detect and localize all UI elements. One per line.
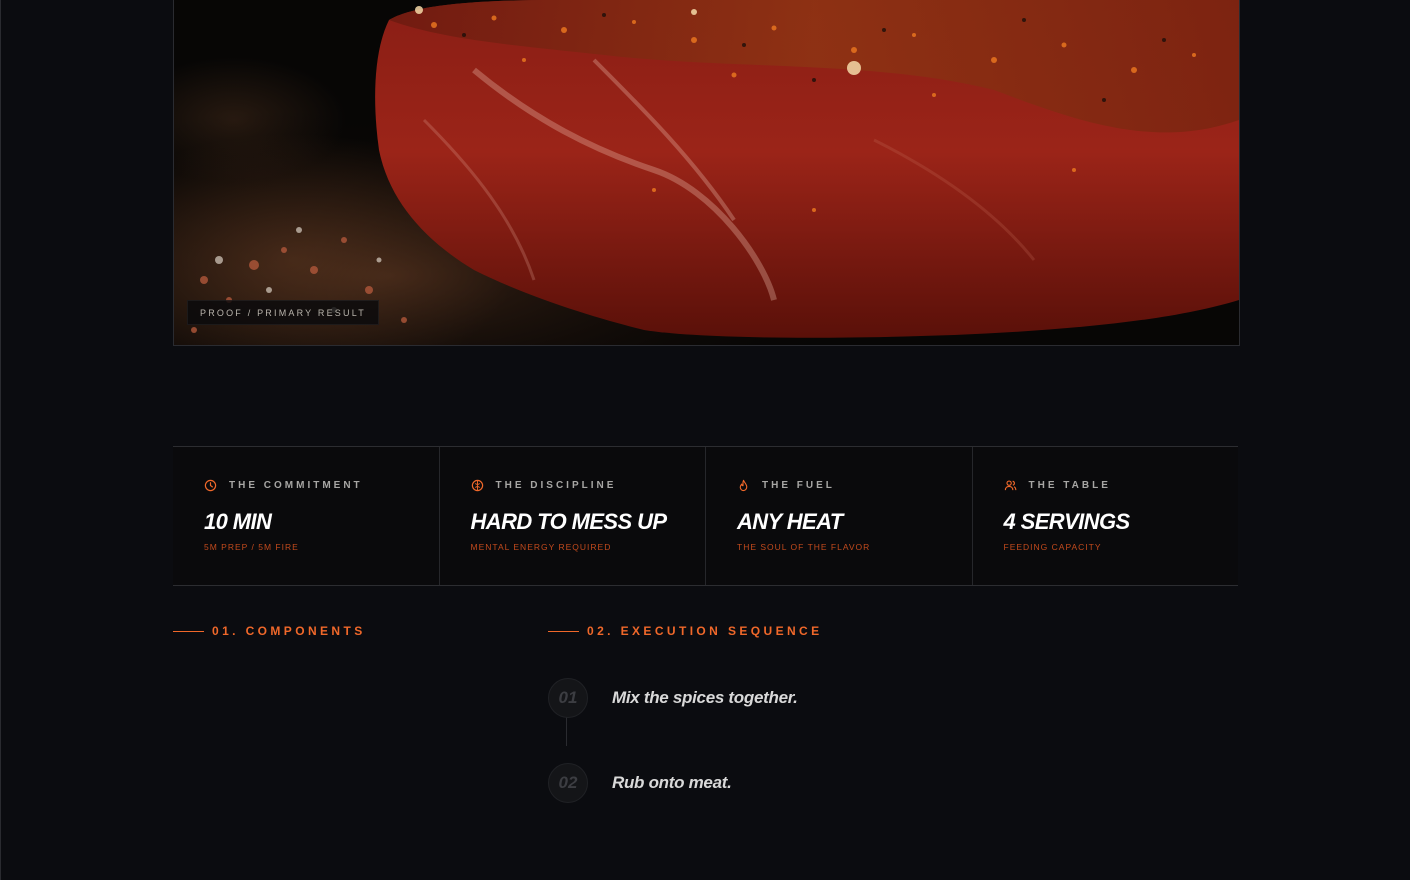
- users-icon: [1004, 480, 1016, 491]
- stat-sub: 5M PREP / 5M FIRE: [204, 542, 299, 552]
- hero-image: PROOF / PRIMARY RESULT: [173, 0, 1240, 346]
- components-heading-text: 01. COMPONENTS: [212, 624, 366, 638]
- stat-sub: FEEDING CAPACITY: [1003, 542, 1102, 552]
- page-left-border: [0, 0, 1, 880]
- step-text: Rub onto meat.: [612, 773, 732, 792]
- stat-table: THE TABLE 4 SERVINGS FEEDING CAPACITY: [973, 447, 1239, 585]
- stat-fuel: THE FUEL ANY HEAT THE SOUL OF THE FLAVOR: [706, 447, 973, 585]
- stat-sub: MENTAL ENERGY REQUIRED: [470, 542, 612, 552]
- stat-commitment: THE COMMITMENT 10 MIN 5M PREP / 5M FIRE: [173, 447, 440, 585]
- stat-value: HARD TO MESS UP: [470, 509, 668, 534]
- recipe-stats: THE COMMITMENT 10 MIN 5M PREP / 5M FIRE …: [173, 446, 1238, 586]
- flame-icon: [739, 479, 748, 492]
- steak-illustration: [174, 0, 1239, 345]
- stat-sub: THE SOUL OF THE FLAVOR: [737, 542, 871, 552]
- step-item: 01 Mix the spices together.: [548, 678, 798, 718]
- step-item: 02 Rub onto meat.: [548, 763, 732, 803]
- stat-value: ANY HEAT: [737, 509, 843, 534]
- stat-value: 4 SERVINGS: [1003, 509, 1131, 534]
- stat-value: 10 MIN: [204, 509, 272, 534]
- step-number: 01: [548, 678, 588, 718]
- step-text: Mix the spices together.: [612, 688, 798, 707]
- execution-heading-text: 02. EXECUTION SEQUENCE: [587, 624, 823, 638]
- execution-heading: 02. EXECUTION SEQUENCE: [548, 624, 823, 638]
- heading-rule: [548, 630, 579, 632]
- brain-icon: [471, 479, 483, 492]
- step-connector: [566, 716, 567, 746]
- stat-label: THE DISCIPLINE: [495, 480, 617, 491]
- stat-label: THE FUEL: [762, 480, 835, 491]
- heading-rule: [173, 630, 204, 632]
- stat-label: THE TABLE: [1028, 480, 1111, 491]
- components-heading: 01. COMPONENTS: [173, 624, 366, 638]
- clock-icon: [204, 479, 217, 492]
- step-number: 02: [548, 763, 588, 803]
- stat-discipline: THE DISCIPLINE HARD TO MESS UP MENTAL EN…: [440, 447, 706, 585]
- stat-label: THE COMMITMENT: [229, 480, 363, 491]
- hero-caption: PROOF / PRIMARY RESULT: [187, 300, 379, 325]
